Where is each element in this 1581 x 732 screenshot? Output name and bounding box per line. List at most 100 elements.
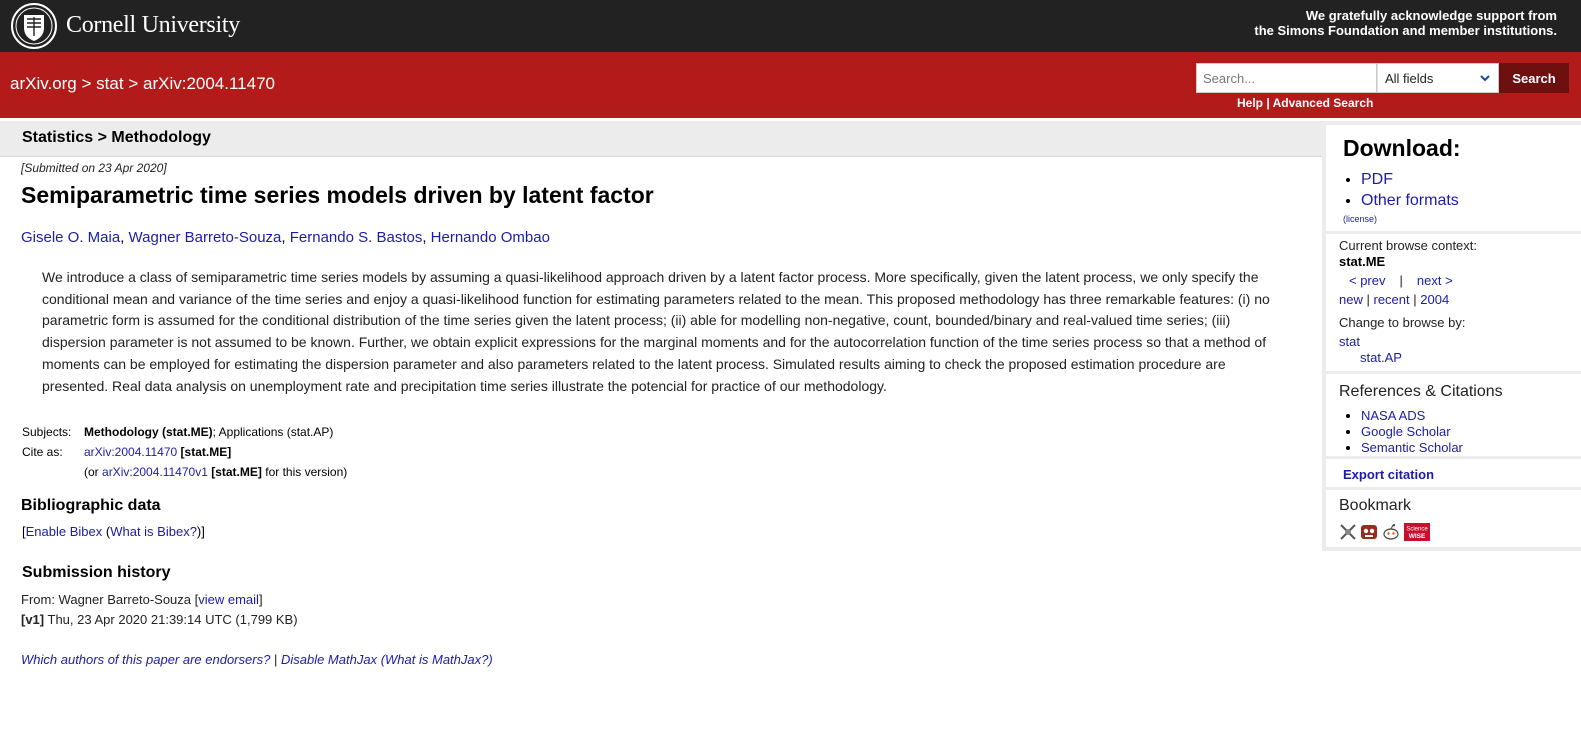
disable-mathjax-link[interactable]: Disable MathJax — [281, 652, 377, 667]
sciencewise-text-2: WISE — [1409, 533, 1426, 540]
bibex-links: [Enable Bibex (What is Bibex?)] — [22, 524, 205, 539]
version-value: (or arXiv:2004.11470v1 [stat.ME] for thi… — [84, 465, 347, 485]
what-is-bibex-link[interactable]: What is Bibex? — [110, 524, 197, 539]
sciencewise-icon[interactable]: Science WISE — [1404, 523, 1430, 541]
browse-lists: new | recent | 2004 — [1339, 292, 1449, 307]
enable-bibex-link[interactable]: Enable Bibex — [26, 524, 103, 539]
sidebar-divider — [1326, 456, 1581, 459]
submitter-info: From: Wagner Barreto-Souza [view email] — [21, 592, 263, 607]
search-help-links: Help | Advanced Search — [1237, 96, 1373, 110]
browse-stat-link[interactable]: stat — [1339, 334, 1360, 349]
submission-date: [Submitted on 23 Apr 2020] — [21, 161, 167, 175]
primary-subject: Methodology (stat.ME) — [84, 425, 213, 439]
reference-item: NASA ADS — [1361, 408, 1463, 424]
breadcrumb-separator: > — [81, 74, 92, 93]
license-link[interactable]: (license) — [1343, 214, 1377, 224]
subjects-label: Subjects: — [22, 425, 72, 439]
download-item: Other formats — [1361, 190, 1459, 211]
list-separator: | — [1366, 292, 1370, 307]
nasa-ads-link[interactable]: NASA ADS — [1361, 408, 1425, 423]
version-open: (or — [84, 465, 99, 479]
view-email-link[interactable]: view email — [198, 592, 259, 607]
other-formats-link[interactable]: Other formats — [1361, 192, 1459, 209]
bibsonomy-icon[interactable] — [1339, 523, 1357, 541]
bookmark-heading: Bookmark — [1339, 497, 1412, 514]
version-row: (or arXiv:2004.11470v1 [stat.ME] for thi… — [22, 465, 347, 485]
new-link[interactable]: new — [1339, 292, 1363, 307]
author-link[interactable]: Gisele O. Maia — [21, 229, 120, 246]
abstract: We introduce a class of semiparametric t… — [42, 269, 1270, 394]
version-tag[interactable]: [v1] — [21, 612, 44, 627]
list-separator: | — [1413, 292, 1417, 307]
sidebar-divider — [1326, 371, 1581, 374]
support-message: We gratefully acknowledge support from t… — [1137, 8, 1557, 38]
browse-statap-link[interactable]: stat.AP — [1360, 350, 1402, 365]
advanced-search-link[interactable]: Advanced Search — [1273, 96, 1374, 110]
year-link[interactable]: 2004 — [1420, 292, 1449, 307]
reference-item: Semantic Scholar — [1361, 440, 1463, 456]
version-date: Thu, 23 Apr 2020 21:39:14 UTC (1,799 KB) — [47, 612, 298, 627]
download-list: PDF Other formats — [1343, 169, 1459, 211]
browse-by-label: Change to browse by: — [1339, 315, 1466, 330]
browse-context-label: Current browse context: — [1339, 238, 1478, 253]
google-scholar-link[interactable]: Google Scholar — [1361, 424, 1451, 439]
version-close: for this version) — [265, 465, 348, 479]
export-citation-link[interactable]: Export citation — [1343, 467, 1434, 482]
pdf-link[interactable]: PDF — [1361, 171, 1393, 188]
browse-nav: < prev | next > — [1349, 273, 1453, 288]
author-link[interactable]: Fernando S. Bastos — [290, 229, 423, 246]
prev-link[interactable]: < prev — [1349, 273, 1386, 288]
author-link[interactable]: Hernando Ombao — [431, 229, 550, 246]
what-is-mathjax-link[interactable]: What is MathJax? — [385, 652, 488, 667]
bibex-close: )] — [196, 524, 205, 539]
recent-link[interactable]: recent — [1374, 292, 1410, 307]
sidebar: Download: PDF Other formats (license) Cu… — [1322, 121, 1581, 551]
references-list: NASA ADS Google Scholar Semantic Scholar — [1343, 408, 1463, 456]
browse-context-value: stat.ME — [1339, 254, 1386, 269]
breadcrumb-stat[interactable]: stat — [96, 74, 123, 93]
nav-separator: | — [1399, 273, 1403, 288]
download-heading: Download: — [1343, 135, 1461, 161]
download-item: PDF — [1361, 169, 1459, 190]
cite-category: [stat.ME] — [180, 445, 232, 459]
sidebar-divider — [1326, 231, 1581, 234]
search-field-select[interactable]: All fields — [1377, 63, 1499, 93]
subjects-row: Subjects: Methodology (stat.ME); Applica… — [22, 425, 347, 445]
cite-label: Cite as: — [22, 445, 63, 459]
reference-item: Google Scholar — [1361, 424, 1463, 440]
support-line-1: We gratefully acknowledge support from — [1305, 8, 1557, 23]
paper-title: Semiparametric time series models driven… — [21, 182, 654, 208]
reddit-icon[interactable] — [1382, 523, 1400, 541]
breadcrumb-paper-id[interactable]: arXiv:2004.11470 — [143, 74, 275, 93]
mendeley-icon[interactable] — [1360, 523, 1378, 541]
search-field-value: All fields — [1385, 71, 1434, 86]
other-subjects: ; Applications (stat.AP) — [212, 425, 334, 439]
semantic-scholar-link[interactable]: Semantic Scholar — [1361, 440, 1463, 455]
cite-row: Cite as: arXiv:2004.11470 [stat.ME] — [22, 445, 347, 465]
breadcrumb-arxiv[interactable]: arXiv.org — [10, 74, 77, 93]
sciencewise-text-1: Science — [1406, 527, 1428, 533]
version-entry: [v1] Thu, 23 Apr 2020 21:39:14 UTC (1,79… — [21, 612, 298, 627]
cite-id-link[interactable]: arXiv:2004.11470 — [84, 445, 177, 459]
metadata-table: Subjects: Methodology (stat.ME); Applica… — [22, 425, 347, 485]
footer-separator: | — [273, 652, 278, 667]
help-link[interactable]: Help — [1237, 96, 1263, 110]
endorsers-link[interactable]: Which authors of this paper are endorser… — [21, 652, 270, 667]
subjects-value: Methodology (stat.ME); Applications (sta… — [84, 425, 347, 445]
author-link[interactable]: Wagner Barreto-Souza — [129, 229, 282, 246]
chevron-down-icon — [1480, 75, 1490, 82]
submitter-close: ] — [258, 592, 263, 607]
brand-name[interactable]: Cornell University — [66, 12, 240, 39]
references-heading: References & Citations — [1339, 383, 1503, 400]
cornell-seal-icon[interactable] — [10, 2, 58, 50]
breadcrumb: arXiv.org > stat > arXiv:2004.11470 — [10, 74, 275, 94]
mathjax-paren-close: ) — [488, 652, 493, 667]
subject-header: Statistics > Methodology — [0, 121, 1330, 157]
version-id-link[interactable]: arXiv:2004.11470v1 — [102, 465, 208, 479]
top-bar: Cornell University We gratefully acknowl… — [0, 0, 1581, 52]
bibliographic-heading: Bibliographic data — [21, 497, 161, 514]
search-input[interactable]: Search... — [1196, 63, 1377, 93]
footer-links: Which authors of this paper are endorser… — [21, 652, 493, 667]
next-link[interactable]: next > — [1417, 273, 1453, 288]
search-button[interactable]: Search — [1499, 63, 1569, 93]
